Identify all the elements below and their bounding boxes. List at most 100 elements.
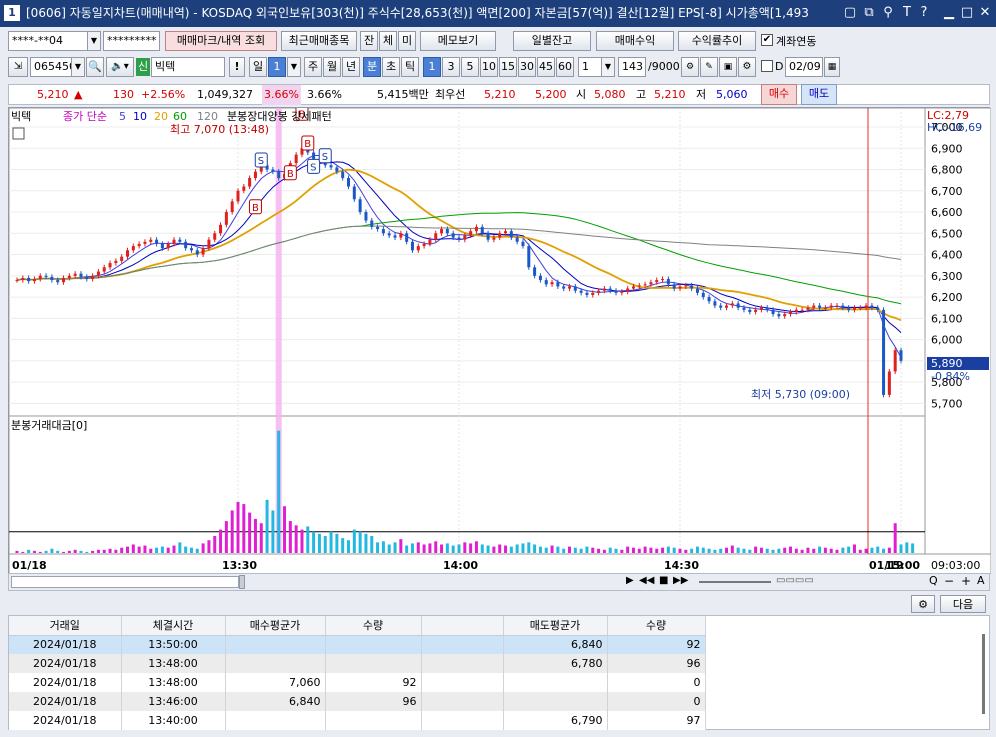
minute-10[interactable]: 10 (480, 57, 498, 77)
table-row[interactable]: 2024/01/18 13:48:00 6,780 96 (9, 654, 706, 673)
fast-forward-icon[interactable]: ▶▶ (673, 575, 688, 586)
volume-bar (818, 546, 822, 553)
play-icon[interactable]: ▶ (626, 575, 634, 586)
candle-body (428, 239, 432, 244)
candle-body (527, 246, 531, 268)
candle-body (416, 246, 420, 251)
speed-slider[interactable] (699, 581, 771, 583)
daily-balance-button[interactable]: 일별잔고 (513, 31, 591, 51)
trade-mark-query-button[interactable]: 매매마크/내역 조회 (165, 31, 277, 51)
speaker-icon[interactable]: 🔈▾ (106, 57, 134, 77)
stock-search-icon[interactable]: ⇲ (8, 57, 28, 77)
header-buy-qty[interactable]: 수량 (325, 616, 422, 636)
copy-window-icon[interactable]: ⧉ (862, 5, 876, 21)
calendar-icon[interactable]: ▦ (824, 57, 840, 77)
data-count-input[interactable]: 143 (618, 57, 646, 77)
volume-bar (568, 546, 571, 553)
rewind-icon[interactable]: ◀◀ (639, 575, 654, 586)
date-checkbox[interactable] (761, 60, 773, 72)
filled-button[interactable]: 체 (379, 31, 397, 51)
table-scrollbar[interactable] (982, 634, 985, 714)
header-buy-avg[interactable]: 매수평균가 (225, 616, 326, 636)
candle-body (504, 231, 508, 234)
y-tick-label: 6,000 (931, 334, 963, 347)
auto-scale-icon[interactable]: A (977, 574, 985, 587)
stop-icon[interactable]: ■ (659, 575, 668, 586)
period-day-count[interactable]: 1 (268, 57, 286, 77)
minute-30[interactable]: 30 (518, 57, 536, 77)
scrollbar-thumb[interactable] (239, 575, 245, 589)
minute-60[interactable]: 60 (556, 57, 574, 77)
header-sell-avg[interactable]: 매도평균가 (503, 616, 608, 636)
header-sell-qty[interactable]: 수량 (607, 616, 706, 636)
volume-bar (713, 549, 717, 553)
maximize-icon[interactable]: □ (960, 5, 974, 21)
minute-45[interactable]: 45 (537, 57, 555, 77)
minute-5[interactable]: 5 (461, 57, 479, 77)
minute-3[interactable]: 3 (442, 57, 460, 77)
header-trade-date[interactable]: 거래일 (9, 616, 122, 636)
font-icon[interactable]: T (900, 5, 914, 21)
stock-code-input[interactable]: 065450 (30, 57, 72, 77)
table-row[interactable]: 2024/01/18 13:40:00 6,790 97 (9, 711, 706, 730)
buy-button[interactable]: 매수 (761, 84, 797, 105)
gear-icon[interactable]: ⚙ (738, 57, 756, 77)
help-icon[interactable]: ? (917, 5, 931, 21)
save-icon[interactable]: ▣ (719, 57, 737, 77)
next-button[interactable]: 다음 (940, 595, 986, 613)
draw-tool-icon[interactable]: ✎ (700, 57, 718, 77)
period-week[interactable]: 주 (304, 57, 322, 77)
candle-body (847, 307, 851, 310)
candle-body (370, 220, 374, 227)
header-exec-time[interactable]: 체결시간 (121, 616, 226, 636)
close-icon[interactable]: ✕ (978, 5, 992, 21)
volume-bar (248, 512, 252, 553)
stock-name-field[interactable]: 빅텍 (151, 57, 225, 77)
minute-1[interactable]: 1 (423, 57, 441, 77)
chart-scrollbar[interactable] (11, 576, 239, 588)
chevron-down-icon[interactable]: ▼ (71, 57, 85, 77)
settings-icon[interactable]: ⚙ (681, 57, 699, 77)
pin-icon[interactable]: ⚲ (881, 5, 895, 21)
sell-button[interactable]: 매도 (801, 84, 837, 105)
recent-trades-button[interactable]: 최근매매종목 (281, 31, 357, 51)
interval-select[interactable]: 1 (578, 57, 602, 77)
zoom-icon[interactable]: Q (929, 574, 938, 587)
period-tick[interactable]: 틱 (401, 57, 419, 77)
table-row[interactable]: 2024/01/18 13:46:00 6,840 96 0 (9, 692, 706, 711)
chart-area[interactable]: 01/18 13:30 14:00 14:30 15:00 01/19 7,000 6,900… (8, 105, 992, 575)
chevron-down-icon[interactable]: ▼ (287, 57, 301, 77)
zoom-in-icon[interactable]: + (961, 574, 971, 588)
chevron-down-icon[interactable]: ▼ (87, 31, 101, 51)
volume-bar (899, 544, 903, 553)
balance-button[interactable]: 잔 (360, 31, 378, 51)
table-row[interactable]: 2024/01/18 13:50:00 6,840 92 (9, 635, 706, 654)
memo-button[interactable]: 메모보기 (420, 31, 496, 51)
period-month[interactable]: 월 (323, 57, 341, 77)
gear-icon[interactable]: ⚙ (911, 595, 935, 613)
volume-bar (253, 518, 257, 553)
table-row[interactable]: 2024/01/18 13:48:00 7,060 92 0 (9, 673, 706, 692)
chevron-down-icon[interactable]: ▼ (601, 57, 615, 77)
alert-icon[interactable]: ! (229, 57, 245, 77)
minimize-icon[interactable]: ▁ (942, 5, 956, 21)
period-second[interactable]: 초 (382, 57, 400, 77)
date-input[interactable]: 02/09 (785, 57, 823, 77)
candlestick-chart[interactable]: 01/18 13:30 14:00 14:30 15:0001/197,0006,900… (8, 105, 992, 575)
chart-tools-icon[interactable]: ▭▭▭▭ (776, 575, 814, 586)
profit-trend-button[interactable]: 수익률추이 (678, 31, 756, 51)
account-link-checkbox[interactable]: ✔ (761, 34, 773, 46)
period-minute[interactable]: 분 (363, 57, 381, 77)
period-year[interactable]: 년 (342, 57, 360, 77)
trade-profit-button[interactable]: 매매수익 (596, 31, 674, 51)
zoom-out-icon[interactable]: − (944, 574, 954, 588)
table-cell (421, 711, 504, 730)
layout-icon[interactable]: ▢ (843, 5, 857, 21)
period-day[interactable]: 일 (249, 57, 267, 77)
minute-15[interactable]: 15 (499, 57, 517, 77)
candle-body (852, 307, 856, 310)
password-field[interactable]: ********* (103, 31, 160, 51)
account-select[interactable]: ****-**04 (8, 31, 88, 51)
search-icon[interactable]: 🔍 (86, 57, 104, 77)
unfilled-button[interactable]: 미 (398, 31, 416, 51)
